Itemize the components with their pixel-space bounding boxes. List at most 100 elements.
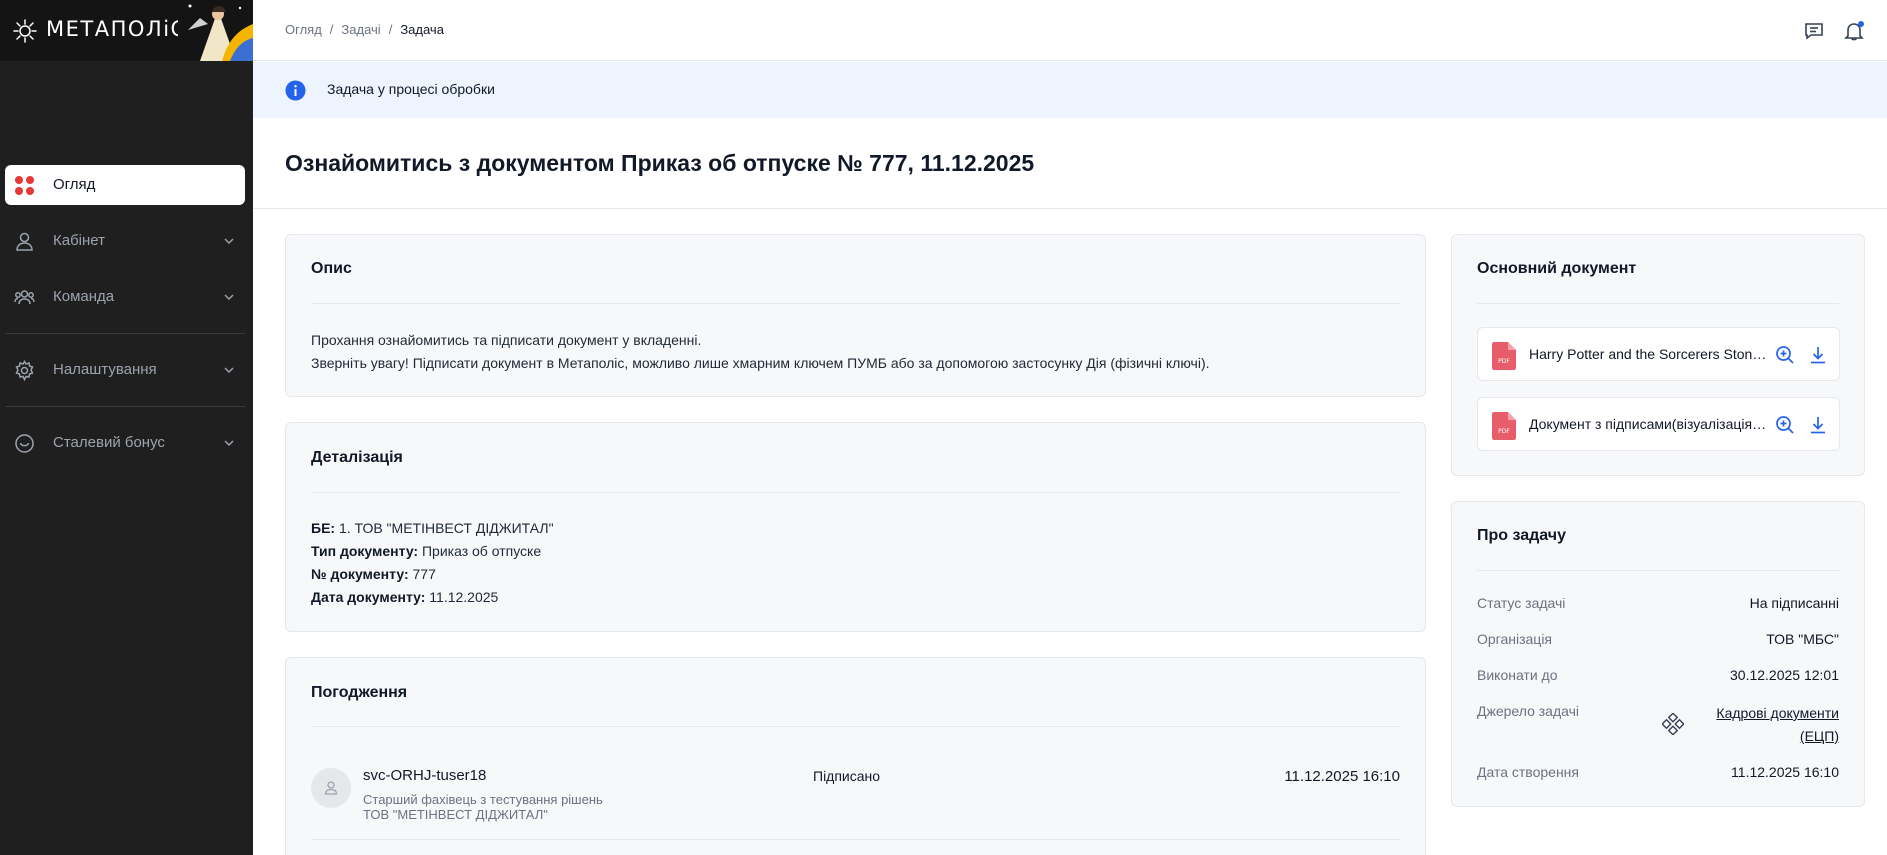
description-body: Прохання ознайомитись та підписати докум… (311, 329, 1210, 375)
svg-text:PDF: PDF (1498, 358, 1510, 365)
breadcrumb-current: Задача (400, 22, 444, 37)
sidebar-item-team[interactable]: Команда (5, 277, 245, 317)
sidebar-item-label: Команда (53, 288, 115, 305)
status-value: На підписанні (1749, 595, 1839, 611)
logo-illustration (178, 0, 253, 61)
detail-row: Тип документу: Приказ об отпуске (311, 540, 554, 563)
detail-label: БЕ: (311, 520, 336, 536)
due-date-label: Виконати до (1477, 667, 1558, 683)
status-banner: Задача у процесі обробки (253, 62, 1887, 118)
chat-icon[interactable] (1803, 20, 1825, 42)
document-name[interactable]: Документ з підписами(візуалізація).pdf (1529, 416, 1769, 432)
description-line: Прохання ознайомитись та підписати докум… (311, 332, 702, 348)
approver-company: ТОВ "МЕТІНВЕСТ ДІДЖИТАЛ" (363, 807, 548, 822)
due-date-value: 30.12.2025 12:01 (1730, 667, 1839, 683)
sidebar-divider (5, 406, 245, 407)
created-date-value: 11.12.2025 16:10 (1731, 764, 1839, 780)
description-card: Опис Прохання ознайомитись та підписати … (285, 234, 1426, 397)
source-system-icon (1662, 713, 1684, 735)
details-list: БЕ: 1. ТОВ "МЕТІНВЕСТ ДІДЖИТАЛ" Тип доку… (311, 517, 554, 609)
detail-value: 11.12.2025 (429, 589, 499, 605)
sidebar-divider (5, 333, 245, 334)
card-divider (1477, 570, 1839, 571)
card-divider (311, 839, 1400, 840)
created-date-label: Дата створення (1477, 764, 1579, 780)
detail-label: № документу: (311, 566, 409, 582)
page-title: Ознайомитись з документом Приказ об отпу… (285, 150, 1035, 176)
breadcrumb-overview[interactable]: Огляд (285, 22, 322, 37)
organization-value: ТОВ "МБС" (1766, 631, 1839, 647)
card-divider (1477, 303, 1839, 304)
detail-value: Приказ об отпуске (421, 543, 542, 559)
organization-label: Організація (1477, 631, 1553, 647)
download-icon[interactable] (1808, 345, 1828, 365)
zoom-in-icon[interactable] (1775, 415, 1795, 435)
source-link[interactable]: Кадрові документи (ЕЦП) (1716, 702, 1839, 748)
card-divider (311, 726, 1400, 727)
grid-icon (15, 176, 34, 195)
team-icon (14, 290, 35, 305)
chevron-down-icon (224, 440, 234, 447)
breadcrumb-tasks[interactable]: Задачі (341, 22, 380, 37)
gear-icon (15, 360, 34, 381)
chevron-down-icon (224, 294, 234, 301)
sidebar-item-overview[interactable]: Огляд (5, 165, 245, 205)
detail-label: Тип документу: (311, 543, 419, 559)
chevron-down-icon (224, 367, 234, 374)
sidebar-item-settings[interactable]: Налаштування (5, 350, 245, 390)
status-label: Статус задачі (1477, 595, 1566, 611)
about-task-card: Про задачу Статус задачі На підписанні О… (1451, 501, 1865, 807)
smile-icon (15, 434, 34, 453)
document-item[interactable]: PDF Документ з підписами(візуалізація).p… (1477, 397, 1840, 451)
user-icon (324, 781, 338, 795)
detail-label: Дата документу: (311, 589, 426, 605)
details-title: Деталізація (311, 449, 403, 466)
logo-icon (13, 19, 37, 43)
approval-date: 11.12.2025 16:10 (1284, 768, 1400, 785)
user-icon (16, 232, 33, 251)
pdf-file-icon: PDF (1492, 342, 1516, 370)
main-document-card: Основний документ PDF Harry Potter and t… (1451, 234, 1865, 476)
approvals-title: Погодження (311, 684, 408, 701)
approver-position: Старший фахівець з тестування рішень (363, 792, 603, 807)
chevron-down-icon (224, 238, 234, 245)
top-header: Огляд / Задачі / Задача (253, 0, 1887, 61)
sidebar-item-steel-bonus[interactable]: Сталевий бонус (5, 423, 245, 463)
breadcrumb-separator: / (388, 22, 393, 37)
title-divider (253, 208, 1887, 209)
approver-name: svc-ORHJ-tuser18 (363, 767, 487, 784)
source-link-line[interactable]: (ЕЦП) (1716, 725, 1839, 748)
breadcrumb-separator: / (329, 22, 334, 37)
document-name[interactable]: Harry Potter and the Sorcerers Stone.pdf (1529, 346, 1769, 362)
sidebar-item-cabinet[interactable]: Кабінет (5, 221, 245, 261)
logo-bar: МЕТАПОЛіС (0, 0, 253, 61)
main-document-title: Основний документ (1477, 260, 1637, 277)
status-banner-text: Задача у процесі обробки (327, 81, 495, 97)
detail-row: Дата документу: 11.12.2025 (311, 586, 554, 609)
sidebar-item-label: Огляд (53, 176, 96, 193)
approvals-card: Погодження svc-ORHJ-tuser18 Старший фахі… (285, 657, 1426, 855)
detail-value: 777 (412, 566, 436, 582)
approval-status: Підписано (813, 768, 881, 784)
document-item[interactable]: PDF Harry Potter and the Sorcerers Stone… (1477, 327, 1840, 381)
avatar (311, 768, 351, 808)
source-link-line[interactable]: Кадрові документи (1716, 702, 1839, 725)
sidebar: МЕТАПОЛіС Огляд Кабінет Команда Налаштув… (0, 0, 253, 855)
details-card: Деталізація БЕ: 1. ТОВ "МЕТІНВЕСТ ДІДЖИТ… (285, 422, 1426, 632)
about-title: Про задачу (1477, 527, 1566, 544)
bell-icon[interactable] (1843, 20, 1865, 42)
sidebar-item-label: Налаштування (53, 361, 157, 378)
description-line: Зверніть увагу! Підписати документ в Мет… (311, 355, 1210, 371)
sidebar-item-label: Сталевий бонус (53, 434, 165, 451)
detail-value: 1. ТОВ "МЕТІНВЕСТ ДІДЖИТАЛ" (338, 520, 554, 536)
card-divider (311, 492, 1400, 493)
download-icon[interactable] (1808, 415, 1828, 435)
info-icon (285, 80, 306, 101)
detail-row: БЕ: 1. ТОВ "МЕТІНВЕСТ ДІДЖИТАЛ" (311, 517, 554, 540)
pdf-file-icon: PDF (1492, 412, 1516, 440)
breadcrumb: Огляд / Задачі / Задача (285, 22, 444, 37)
logo-text: МЕТАПОЛіС (46, 17, 187, 41)
svg-text:PDF: PDF (1498, 428, 1510, 435)
zoom-in-icon[interactable] (1775, 345, 1795, 365)
description-title: Опис (311, 260, 352, 277)
